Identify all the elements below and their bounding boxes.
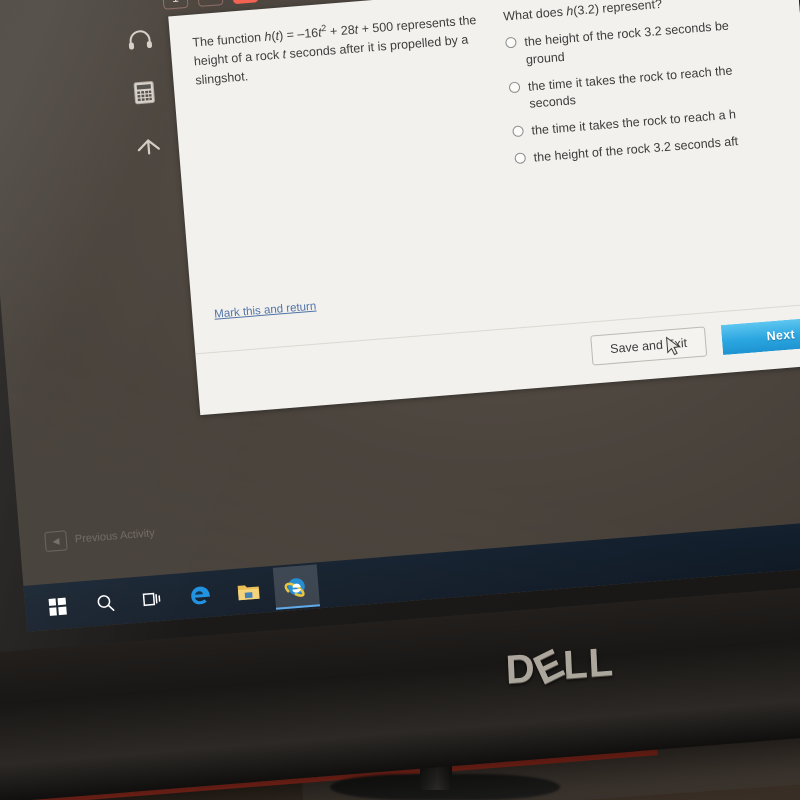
radio-button-1[interactable]: [505, 36, 517, 49]
monitor-screen: Function Notation Quiz Active 1 2 3: [0, 0, 800, 632]
search-icon[interactable]: [81, 580, 128, 625]
answer-options: the height of the rock 3.2 seconds be gr…: [505, 11, 800, 169]
windows-logo-icon: [48, 597, 67, 616]
previous-activity-button[interactable]: ◀: [44, 530, 68, 553]
tool-rail: [112, 0, 173, 162]
edge-icon[interactable]: [177, 572, 224, 617]
prompt-text-2: (3.2) represent?: [572, 0, 663, 18]
question-tab-list: 1 2 3: [161, 0, 259, 10]
calculator-icon[interactable]: [132, 80, 156, 111]
radio-button-3[interactable]: [512, 125, 525, 138]
answer-option-4-label: the height of the rock 3.2 seconds aft: [533, 134, 739, 165]
save-and-exit-button[interactable]: Save and Exit: [590, 326, 708, 366]
question-tab-3[interactable]: 3: [231, 0, 259, 5]
start-button[interactable]: [34, 584, 81, 629]
mark-this-and-return-link[interactable]: Mark this and return: [214, 301, 317, 321]
internet-explorer-icon[interactable]: [272, 564, 321, 610]
answer-option-1-label: the height of the rock 3.2 seconds be gr…: [523, 18, 730, 67]
headphones-icon[interactable]: [126, 29, 154, 56]
quiz-page: Function Notation Quiz Active 1 2 3: [0, 0, 800, 468]
answer-option-2-label: the time it takes the rock to reach the …: [527, 63, 733, 112]
question-stem-column: The function h(t) = –16t2 + 28t + 500 re…: [170, 8, 511, 204]
next-button[interactable]: Next: [721, 316, 800, 355]
stem-text-4: + 28: [326, 22, 356, 39]
dell-brand-logo: DELL: [504, 639, 615, 694]
file-explorer-icon[interactable]: [225, 568, 272, 613]
photo-scene: Function Notation Quiz Active 1 2 3: [0, 0, 800, 800]
stem-text-3: ) = –16: [278, 25, 319, 43]
next-button-wrapper: Next: [721, 316, 800, 355]
radio-button-2[interactable]: [508, 81, 521, 93]
mouse-cursor: [666, 335, 683, 363]
radio-button-4[interactable]: [514, 152, 527, 164]
task-view-icon[interactable]: [129, 576, 176, 621]
question-tab-2[interactable]: 2: [196, 0, 224, 8]
stem-text-1: The function: [191, 29, 266, 50]
previous-activity-label: Previous Activity: [74, 527, 156, 546]
question-card: The function h(t) = –16t2 + 28t + 500 re…: [168, 0, 800, 416]
prompt-text-1: What does: [502, 4, 567, 24]
question-stem: The function h(t) = –16t2 + 28t + 500 re…: [192, 9, 488, 90]
scroll-up-icon[interactable]: [135, 134, 163, 161]
stem-text-6: of a rock: [230, 47, 284, 66]
dell-monitor: Function Notation Quiz Active 1 2 3: [0, 0, 800, 800]
question-columns: The function h(t) = –16t2 + 28t + 500 re…: [168, 0, 800, 204]
card-footer: Mark this and return Save and Exit Next: [195, 301, 800, 416]
question-tab-1[interactable]: 1: [161, 0, 189, 10]
answer-column: What does h(3.2) represent? the height o…: [497, 0, 800, 178]
highlighter-icon[interactable]: [123, 0, 149, 5]
